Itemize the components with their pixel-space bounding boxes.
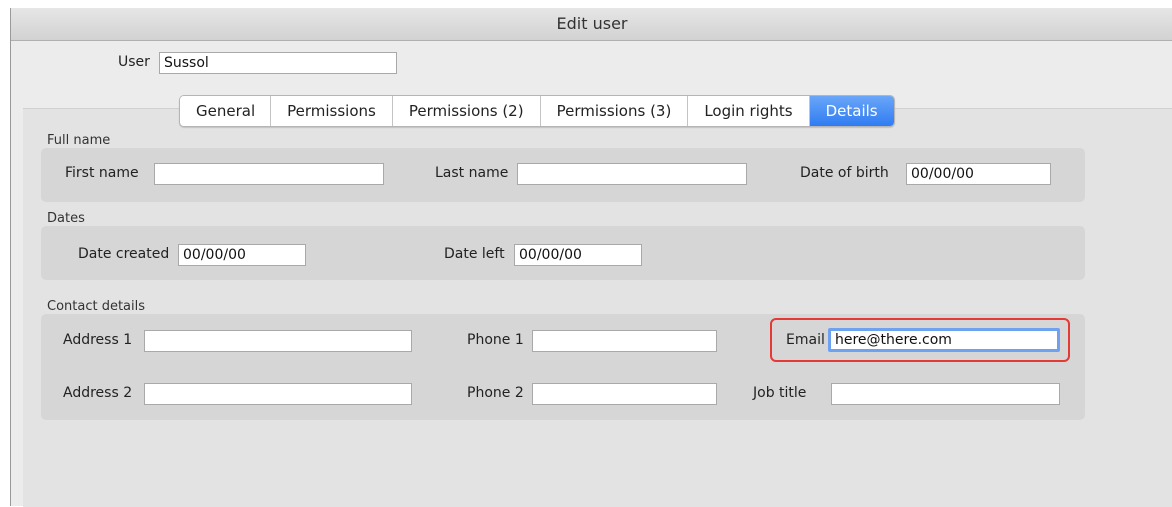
edit-user-window: Edit user User General Permissions Permi… xyxy=(10,8,1172,507)
address-2-label: Address 2 xyxy=(63,385,133,401)
date-created-field[interactable] xyxy=(178,244,306,266)
first-name-label: First name xyxy=(65,165,139,181)
dates-group-label: Dates xyxy=(47,211,85,226)
tab-login-rights[interactable]: Login rights xyxy=(688,96,810,126)
tab-permissions[interactable]: Permissions xyxy=(271,96,393,126)
address-1-field[interactable] xyxy=(144,330,412,352)
title-bar[interactable]: Edit user xyxy=(11,8,1172,41)
tab-bar: General Permissions Permissions (2) Perm… xyxy=(179,95,895,127)
last-name-field[interactable] xyxy=(517,163,747,185)
tab-general[interactable]: General xyxy=(180,96,272,126)
tab-permissions-2[interactable]: Permissions (2) xyxy=(392,96,541,126)
first-name-field[interactable] xyxy=(154,163,384,185)
last-name-label: Last name xyxy=(435,165,509,181)
phone-1-label: Phone 1 xyxy=(467,332,524,348)
phone-2-label: Phone 2 xyxy=(467,385,524,401)
email-label: Email xyxy=(786,332,825,348)
tab-details[interactable]: Details xyxy=(809,96,894,126)
user-field[interactable] xyxy=(159,52,397,74)
job-title-field[interactable] xyxy=(831,383,1060,405)
user-label: User xyxy=(118,54,150,70)
job-title-label: Job title xyxy=(753,385,807,401)
full-name-group-label: Full name xyxy=(47,133,111,148)
email-field[interactable] xyxy=(828,328,1060,352)
tab-permissions-3[interactable]: Permissions (3) xyxy=(540,96,689,126)
contact-details-group-label: Contact details xyxy=(47,299,146,314)
date-of-birth-label: Date of birth xyxy=(800,165,889,181)
phone-2-field[interactable] xyxy=(532,383,717,405)
date-of-birth-field[interactable] xyxy=(906,163,1051,185)
date-left-label: Date left xyxy=(444,246,505,262)
date-left-field[interactable] xyxy=(514,244,642,266)
address-1-label: Address 1 xyxy=(63,332,133,348)
date-created-label: Date created xyxy=(78,246,170,262)
phone-1-field[interactable] xyxy=(532,330,717,352)
window-title: Edit user xyxy=(556,14,628,33)
address-2-field[interactable] xyxy=(144,383,412,405)
